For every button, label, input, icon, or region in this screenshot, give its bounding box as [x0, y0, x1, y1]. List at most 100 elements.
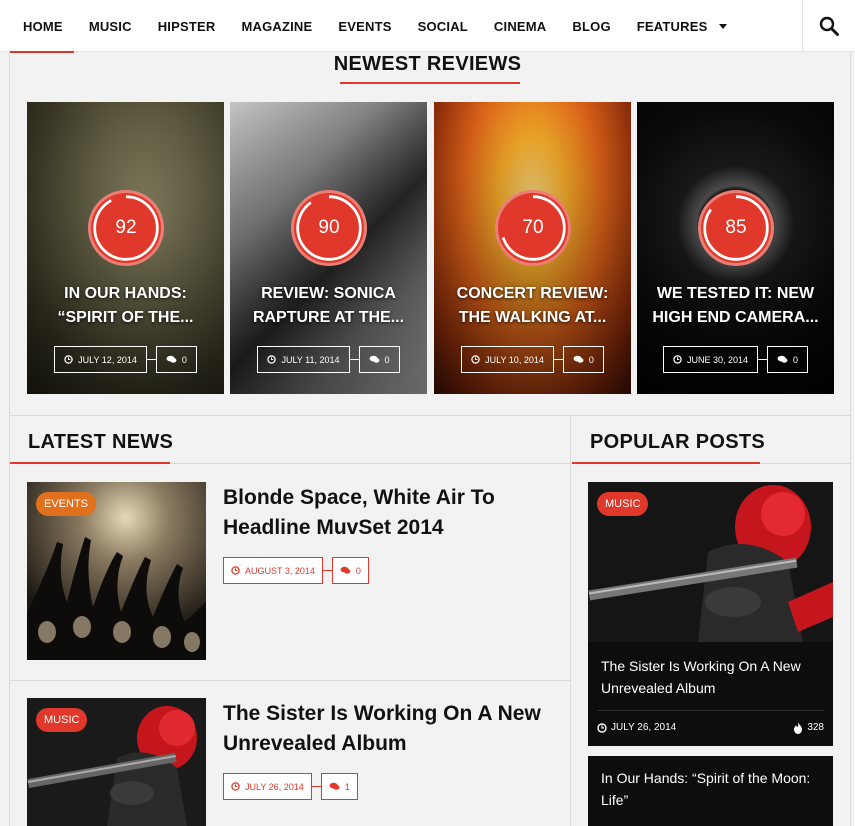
comment-count: 0	[384, 354, 390, 365]
comment-icon	[369, 355, 379, 363]
chip-connector	[553, 359, 563, 360]
review-score: 90	[318, 217, 340, 238]
review-card[interactable]: 92 IN OUR HANDS: “SPIRIT OF THE... JULY …	[27, 102, 224, 394]
comments-chip[interactable]: 0	[562, 346, 604, 373]
nav-item-cinema[interactable]: CINEMA	[494, 19, 546, 34]
news-thumbnail[interactable]: MUSIC	[27, 698, 206, 826]
review-score-ring: 85	[698, 190, 774, 266]
date-chip: JULY 11, 2014	[257, 346, 350, 373]
newest-reviews-underline	[340, 82, 520, 84]
divider	[9, 415, 851, 416]
clock-icon	[267, 355, 277, 364]
main-menu: HOME MUSIC HIPSTER MAGAZINE EVENTS SOCIA…	[10, 0, 740, 52]
search-button[interactable]	[802, 0, 855, 52]
popular-post-date-group: JULY 26, 2014	[597, 722, 676, 733]
top-navigation-bar: HOME MUSIC HIPSTER MAGAZINE EVENTS SOCIA…	[0, 0, 855, 52]
popular-post-views-group: 328	[793, 721, 824, 734]
popular-posts-underline	[572, 462, 760, 464]
review-score: 85	[725, 217, 747, 238]
review-title[interactable]: IN OUR HANDS: “SPIRIT OF THE...	[33, 282, 218, 330]
divider	[9, 680, 570, 681]
news-title[interactable]: Blonde Space, White Air To Headline MuvS…	[223, 483, 543, 543]
category-badge[interactable]: MUSIC	[36, 708, 88, 732]
comment-count: 0	[793, 354, 799, 365]
review-date: JUNE 30, 2014	[686, 354, 749, 365]
news-meta: JULY 26, 2014 1	[223, 773, 358, 800]
nav-item-social[interactable]: SOCIAL	[418, 19, 468, 34]
popular-post-card[interactable]: In Our Hands: “Spirit of the Moon: Life”	[588, 756, 833, 826]
comments-chip[interactable]: 1	[320, 773, 358, 800]
nav-item-blog[interactable]: BLOG	[572, 19, 610, 34]
nav-item-home[interactable]: HOME	[23, 19, 63, 34]
clock-icon	[597, 722, 607, 733]
nav-item-events[interactable]: EVENTS	[338, 19, 391, 34]
nav-item-music[interactable]: MUSIC	[89, 19, 132, 34]
comment-icon	[573, 355, 584, 363]
review-meta: JUNE 30, 2014 0	[637, 346, 834, 373]
clock-icon	[673, 355, 682, 364]
chip-connector	[146, 359, 156, 360]
comments-chip[interactable]: 0	[358, 346, 400, 373]
news-thumbnail[interactable]: EVENTS	[27, 482, 206, 660]
review-card[interactable]: 85 WE TESTED IT: NEW HIGH END CAMERA... …	[637, 102, 834, 394]
review-title[interactable]: WE TESTED IT: NEW HIGH END CAMERA...	[643, 282, 828, 330]
date-chip: JULY 10, 2014	[461, 346, 554, 373]
review-meta: JULY 10, 2014 0	[434, 346, 631, 373]
category-badge[interactable]: EVENTS	[36, 492, 97, 516]
chevron-down-icon	[719, 23, 728, 29]
review-card[interactable]: 90 REVIEW: SONICA RAPTURE AT THE... JULY…	[230, 102, 427, 394]
column-divider	[570, 415, 571, 826]
comment-icon	[166, 355, 177, 363]
review-meta: JULY 12, 2014 0	[27, 346, 224, 373]
latest-news-underline	[10, 462, 170, 464]
review-score-ring: 92	[88, 190, 164, 266]
review-score: 92	[115, 217, 137, 238]
date-chip: JULY 26, 2014	[223, 773, 312, 800]
comment-icon	[777, 355, 788, 363]
news-meta: AUGUST 3, 2014 0	[223, 557, 369, 584]
comments-chip[interactable]: 0	[331, 557, 369, 584]
chip-connector	[311, 786, 321, 787]
review-score-ring: 90	[291, 190, 367, 266]
comment-icon	[329, 782, 340, 790]
clock-icon	[231, 566, 240, 575]
popular-post-title[interactable]: The Sister Is Working On A New Unreveale…	[601, 655, 821, 699]
news-date: JULY 26, 2014	[245, 781, 304, 792]
search-icon	[819, 16, 839, 36]
popular-post-date: JULY 26, 2014	[611, 722, 677, 733]
review-title[interactable]: REVIEW: SONICA RAPTURE AT THE...	[236, 282, 421, 330]
review-score: 70	[522, 217, 544, 238]
chip-connector	[349, 359, 359, 360]
popular-post-title[interactable]: In Our Hands: “Spirit of the Moon: Life”	[601, 767, 821, 811]
news-date: AUGUST 3, 2014	[245, 565, 315, 576]
comments-chip[interactable]: 0	[767, 346, 809, 373]
review-date: JULY 12, 2014	[78, 354, 137, 365]
review-card[interactable]: 70 CONCERT REVIEW: THE WALKING AT... JUL…	[434, 102, 631, 394]
review-date: JULY 10, 2014	[485, 354, 544, 365]
date-chip: JULY 12, 2014	[54, 346, 147, 373]
review-date: JULY 11, 2014	[281, 354, 340, 365]
chip-connector	[322, 570, 332, 571]
nav-item-features[interactable]: FEATURES	[637, 19, 728, 34]
comment-icon	[340, 566, 351, 574]
nav-item-features-label: FEATURES	[636, 18, 708, 34]
nav-item-hipster[interactable]: HIPSTER	[158, 19, 216, 34]
newest-reviews-heading: NEWEST REVIEWS	[333, 53, 522, 75]
popular-post-meta: JULY 26, 2014 328	[597, 710, 824, 744]
comment-count: 0	[181, 354, 187, 365]
clock-icon	[64, 355, 73, 364]
review-title[interactable]: CONCERT REVIEW: THE WALKING AT...	[440, 282, 625, 330]
popular-post-card[interactable]: MUSIC The Sister Is Working On A New Unr…	[588, 482, 833, 746]
news-title[interactable]: The Sister Is Working On A New Unreveale…	[223, 699, 543, 759]
date-chip: JUNE 30, 2014	[662, 346, 759, 373]
date-chip: AUGUST 3, 2014	[223, 557, 323, 584]
chip-connector	[758, 359, 768, 360]
comment-count: 1	[344, 781, 350, 792]
comments-chip[interactable]: 0	[155, 346, 197, 373]
view-count: 328	[807, 722, 824, 733]
latest-news-heading: LATEST NEWS	[28, 431, 174, 453]
nav-item-magazine[interactable]: MAGAZINE	[241, 19, 312, 34]
category-badge[interactable]: MUSIC	[597, 492, 649, 516]
fire-icon	[794, 721, 803, 734]
comment-count: 0	[588, 354, 594, 365]
